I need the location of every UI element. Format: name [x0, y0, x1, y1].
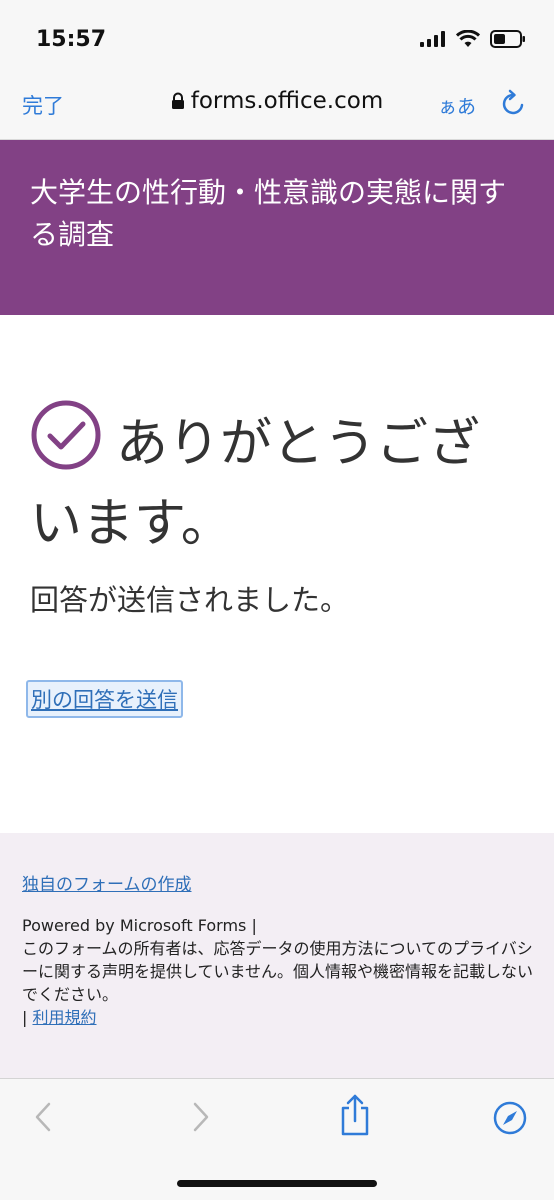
status-time: 15:57 [36, 27, 107, 52]
forward-icon[interactable] [188, 1097, 214, 1137]
submit-another-response-link[interactable]: 別の回答を送信 [26, 680, 183, 718]
share-icon[interactable] [339, 1093, 371, 1137]
battery-icon [490, 30, 525, 48]
lock-icon [171, 92, 184, 109]
text-size-button[interactable]: ぁあ [438, 92, 476, 119]
submitted-message: 回答が送信されました。 [30, 583, 350, 617]
wifi-icon [456, 30, 480, 47]
terms-separator: | [22, 1008, 33, 1027]
thank-you-heading: ありがとうございます。 [30, 399, 530, 564]
terms-line: | 利用規約 [22, 1006, 537, 1029]
powered-by-text: Powered by Microsoft Forms | [22, 916, 257, 935]
back-icon[interactable] [30, 1097, 56, 1137]
form-header: 大学生の性行動・性意識の実態に関する調査 [0, 140, 554, 315]
status-icons [420, 30, 526, 48]
form-footer: 独自のフォームの作成 Powered by Microsoft Forms | … [0, 833, 554, 1078]
footer-notice: Powered by Microsoft Forms | このフォームの所有者は… [22, 914, 537, 1029]
reload-icon[interactable] [500, 88, 528, 118]
url-text: forms.office.com [190, 88, 384, 114]
create-own-form-link[interactable]: 独自のフォームの作成 [22, 870, 192, 895]
check-circle-icon [31, 400, 101, 470]
status-bar: 15:57 [0, 0, 554, 72]
privacy-notice: このフォームの所有者は、応答データの使用方法についてのプライバシーに関する声明を… [22, 939, 534, 1004]
home-indicator [177, 1180, 377, 1187]
signal-icon [420, 31, 445, 47]
safari-compass-icon[interactable] [493, 1101, 527, 1135]
browser-nav-bar: 完了 forms.office.com ぁあ [0, 72, 554, 140]
confirmation-panel: ありがとうございます。 回答が送信されました。 別の回答を送信 [0, 315, 554, 833]
form-title: 大学生の性行動・性意識の実態に関する調査 [30, 176, 507, 251]
terms-of-use-link[interactable]: 利用規約 [32, 1008, 96, 1027]
